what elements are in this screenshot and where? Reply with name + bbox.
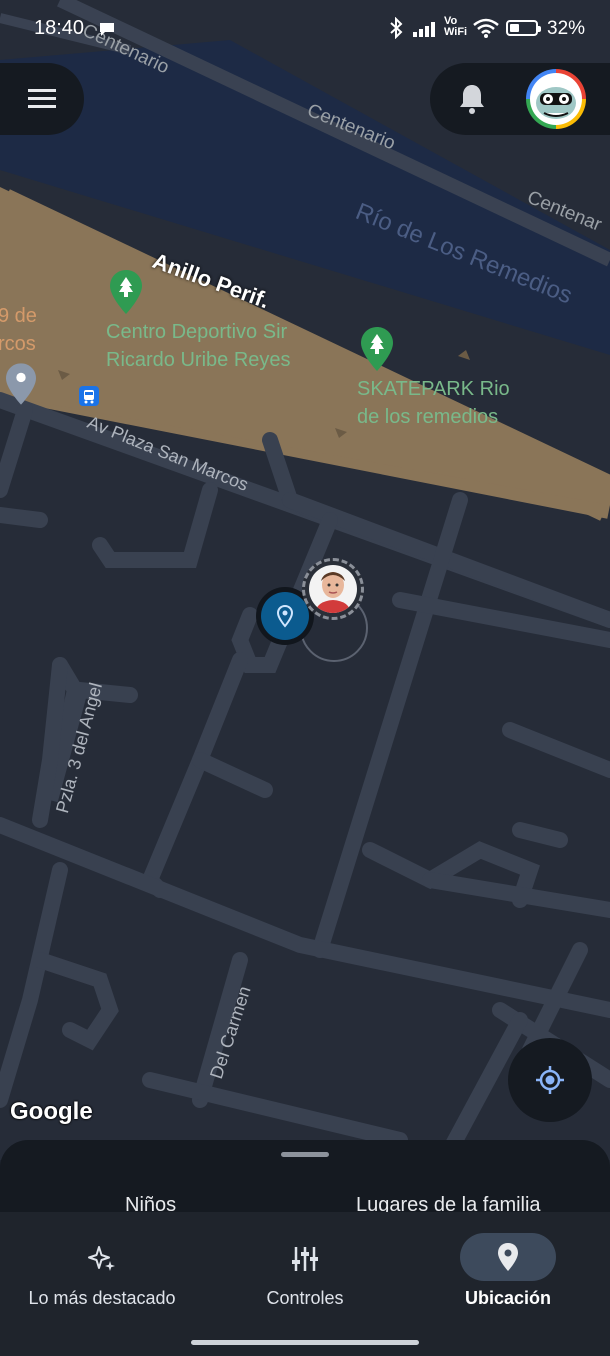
park-label-line2: Ricardo Uribe Reyes bbox=[106, 349, 291, 371]
park-label-line1: Centro Deportivo Sir bbox=[106, 321, 288, 343]
my-location-icon bbox=[534, 1064, 566, 1101]
skatepark-pin-icon[interactable] bbox=[361, 327, 393, 376]
nav-label-ubicacion: Ubicación bbox=[464, 1288, 552, 1308]
bluetooth-icon bbox=[388, 16, 404, 44]
bell-icon[interactable] bbox=[458, 83, 486, 120]
place-label-partial-1: 9 de bbox=[0, 305, 37, 327]
bottom-sheet[interactable]: Niños Lugares de la familia bbox=[0, 1140, 610, 1220]
battery-icon bbox=[506, 20, 541, 36]
wifi-icon bbox=[473, 17, 499, 44]
child-avatar-marker[interactable] bbox=[302, 558, 364, 620]
battery-level: 32% bbox=[547, 18, 586, 39]
sliders-icon bbox=[290, 1244, 320, 1279]
gesture-bar bbox=[191, 1340, 419, 1345]
skatepark-label-line1: SKATEPARK Rio bbox=[357, 378, 510, 400]
nav-label-controles: Controles bbox=[266, 1288, 344, 1308]
nav-item-destacado[interactable]: Lo más destacado bbox=[0, 1212, 204, 1322]
park-pin-icon[interactable] bbox=[110, 270, 142, 319]
nav-label-destacado: Lo más destacado bbox=[28, 1288, 176, 1308]
nav-item-controles[interactable]: Controles bbox=[204, 1212, 406, 1322]
nav-item-ubicacion[interactable]: Ubicación bbox=[406, 1212, 610, 1322]
chat-notification-icon bbox=[98, 21, 116, 42]
sparkle-icon bbox=[87, 1244, 117, 1279]
sheet-drag-handle[interactable] bbox=[281, 1152, 329, 1157]
account-avatar[interactable] bbox=[526, 69, 586, 129]
bottom-navigation: Lo más destacado Controles Ubicación bbox=[0, 1212, 610, 1356]
menu-icon bbox=[28, 88, 56, 115]
map-view[interactable]: Centenario Centenario Centenar Río de Lo… bbox=[0, 0, 610, 1160]
vowifi-label: Vo WiFi bbox=[444, 16, 467, 38]
status-time: 18:40 bbox=[34, 17, 85, 39]
skatepark-label-line2: de los remedios bbox=[357, 406, 499, 428]
menu-button[interactable] bbox=[0, 63, 84, 135]
child-avatar bbox=[309, 565, 357, 613]
top-actions bbox=[430, 63, 610, 135]
status-bar: 18:40 Vo WiFi 32% bbox=[0, 0, 610, 58]
place-label-partial-2: rcos bbox=[0, 333, 36, 355]
location-pin-icon bbox=[496, 1242, 520, 1277]
google-attribution: Google bbox=[10, 1098, 93, 1125]
wifi-text: WiFi bbox=[444, 26, 468, 38]
recenter-button[interactable] bbox=[508, 1038, 592, 1122]
place-pin-icon[interactable] bbox=[6, 363, 36, 410]
location-pin-icon bbox=[261, 592, 309, 640]
nav-active-indicator bbox=[460, 1233, 556, 1281]
bus-stop-icon[interactable] bbox=[79, 386, 99, 406]
signal-icon bbox=[412, 20, 440, 43]
